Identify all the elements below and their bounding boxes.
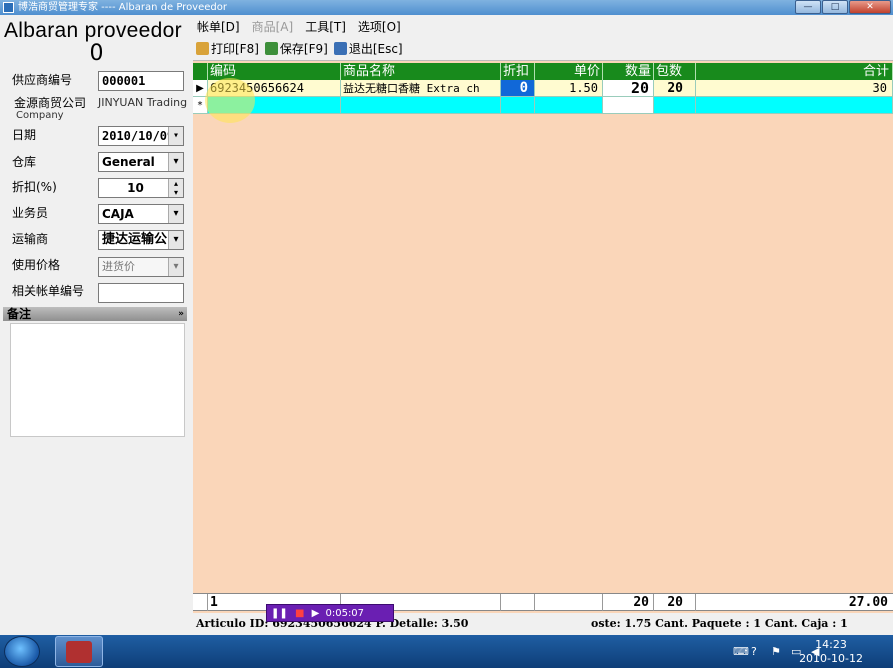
status-text-right: oste: 1.75 Cant. Paquete : 1 Cant. Caja …: [591, 617, 848, 630]
clock-date: 2010-10-12: [799, 652, 863, 665]
cell-price[interactable]: 1.50: [535, 80, 603, 97]
app-icon: [3, 2, 14, 13]
menu-options[interactable]: 选项[O]: [358, 18, 401, 35]
notes-label: 备注: [7, 307, 32, 321]
print-label: 打印[F8]: [211, 42, 259, 56]
play-icon[interactable]: ▶: [312, 608, 320, 619]
stop-icon[interactable]: ■: [295, 608, 304, 619]
clock[interactable]: 14:23 2010-10-12: [799, 638, 863, 666]
chevron-down-icon[interactable]: »: [178, 307, 184, 321]
clock-time: 14:23: [815, 638, 847, 651]
new-cell-total[interactable]: [696, 97, 893, 114]
new-cell-price[interactable]: [535, 97, 603, 114]
warehouse-label: 仓库: [12, 155, 37, 169]
cell-discount[interactable]: 0: [501, 80, 535, 97]
new-cell-packs[interactable]: [654, 97, 696, 114]
cursor-highlight: [205, 78, 255, 123]
notes-textarea[interactable]: [10, 323, 185, 437]
cell-total[interactable]: 30: [696, 80, 893, 97]
date-label: 日期: [12, 128, 37, 142]
menu-tools[interactable]: 工具[T]: [305, 18, 346, 35]
supplier-name-en: JINYUAN Trading: [98, 96, 188, 109]
footer-discount: [501, 594, 535, 611]
notes-header[interactable]: 备注 »: [3, 307, 187, 321]
new-cell-discount[interactable]: [501, 97, 535, 114]
supplier-code-field[interactable]: 000001: [98, 71, 184, 91]
new-cell-qty[interactable]: [603, 97, 654, 114]
save-icon: [264, 42, 278, 55]
menu-goods[interactable]: 商品[A]: [252, 18, 294, 35]
window-title: 博浩商贸管理专家 ---- Albaran de Proveedor: [18, 2, 227, 13]
supplier-name: 金源商贸公司: [14, 96, 87, 110]
toolbar: 打印[F8] 保存[F9] 退出[Esc]: [193, 37, 893, 61]
price-type-select[interactable]: 进货价: [98, 257, 184, 277]
exit-icon: [333, 42, 347, 55]
price-type-label: 使用价格: [12, 258, 61, 272]
footer-total: 27.00: [848, 595, 888, 610]
col-header-total[interactable]: 合计: [696, 63, 893, 80]
footer-price: [535, 594, 603, 611]
new-cell-name[interactable]: [341, 97, 501, 114]
menu-bill[interactable]: 帐单[D]: [197, 18, 240, 35]
help-icon[interactable]: ?: [751, 645, 757, 658]
col-header-discount[interactable]: 折扣: [501, 63, 535, 80]
taskbar: ⌨ ? ⚑ ▭ ◀ 14:23 2010-10-12: [0, 635, 893, 668]
discount-label: 折扣(%): [12, 180, 57, 194]
col-header-qty[interactable]: 数量: [603, 63, 654, 80]
discount-spinner[interactable]: 10: [98, 178, 184, 198]
related-doc-label: 相关帐单编号: [12, 284, 85, 298]
pause-icon[interactable]: ❚❚: [271, 608, 288, 619]
minimize-button[interactable]: —: [795, 0, 821, 14]
document-number: 0: [89, 41, 104, 66]
cell-packs[interactable]: 20: [654, 80, 696, 97]
col-header-packs[interactable]: 包数: [654, 63, 696, 80]
carrier-label: 运输商: [12, 232, 49, 246]
col-header-price[interactable]: 单价: [535, 63, 603, 80]
related-doc-field[interactable]: [98, 283, 184, 303]
flag-icon[interactable]: ⚑: [771, 645, 781, 658]
left-panel: Albaran proveedor 0 供应商编号 000001 金源商贸公司 …: [0, 15, 193, 635]
exit-label: 退出[Esc]: [348, 42, 403, 56]
system-tray: ⌨ ? ⚑ ▭ ◀ 14:23 2010-10-12: [673, 635, 893, 668]
recorder-time: 0:05:07: [325, 608, 365, 619]
date-picker[interactable]: 2010/10/09: [98, 126, 184, 146]
taskbar-app-button[interactable]: [55, 636, 103, 667]
col-header-indicator: [193, 63, 208, 80]
window-titlebar: 博浩商贸管理专家 ---- Albaran de Proveedor — □ ✕: [0, 0, 893, 15]
save-button[interactable]: 保存[F9]: [264, 40, 328, 57]
form-title: Albaran proveedor: [4, 19, 182, 42]
keyboard-icon[interactable]: ⌨: [733, 645, 749, 658]
save-label: 保存[F9]: [279, 42, 328, 56]
salesman-label: 业务员: [12, 206, 49, 220]
cell-name[interactable]: 益达无糖口香糖 Extra ch: [341, 80, 501, 97]
print-button[interactable]: 打印[F8]: [196, 40, 259, 57]
carrier-select[interactable]: 捷达运输公: [98, 230, 184, 250]
maximize-button[interactable]: □: [822, 0, 848, 14]
menu-bar: 帐单[D] 商品[A] 工具[T] 选项[O]: [193, 15, 893, 37]
exit-button[interactable]: 退出[Esc]: [333, 40, 403, 57]
main-area: 帐单[D] 商品[A] 工具[T] 选项[O] 打印[F8] 保存[F9] 退出…: [193, 15, 893, 635]
close-button[interactable]: ✕: [849, 0, 891, 14]
salesman-select[interactable]: CAJA: [98, 204, 184, 224]
footer-packs: 20: [654, 594, 696, 611]
screen-recorder-widget[interactable]: ❚❚ ■ ▶ 0:05:07: [266, 604, 394, 622]
supplier-code-label: 供应商编号: [12, 73, 73, 87]
printer-icon: [196, 42, 209, 55]
footer-indicator: [193, 594, 208, 611]
app-icon: [66, 641, 92, 663]
col-header-name[interactable]: 商品名称: [341, 63, 501, 80]
warehouse-select[interactable]: General: [98, 152, 184, 172]
supplier-name-line2: Company: [16, 110, 64, 121]
footer-qty: 20: [603, 594, 654, 611]
start-button[interactable]: [4, 636, 40, 667]
cell-qty[interactable]: 20: [603, 80, 654, 97]
